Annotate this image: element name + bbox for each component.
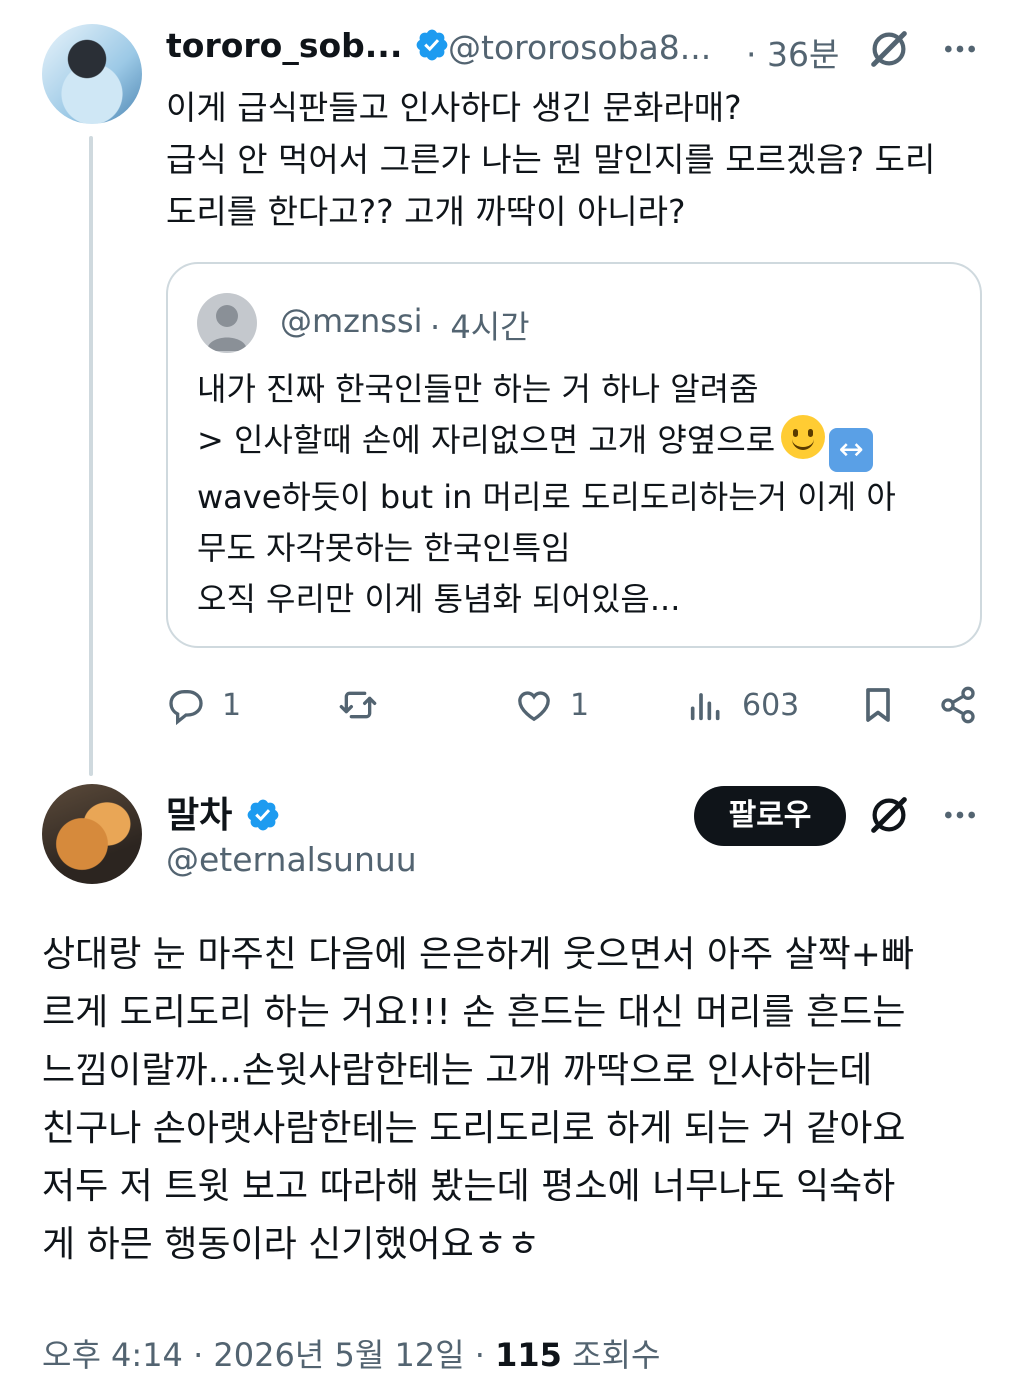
tweet-line: 게 하믄 행동이라 신기했어요ㅎㅎ [42, 1224, 541, 1265]
reply-count: 1 [222, 687, 242, 723]
reply-icon [169, 690, 203, 725]
follow-button[interactable]: 팔로우 [694, 786, 846, 846]
retweet-button[interactable] [338, 680, 378, 730]
tweet-text: 이게 급식판들고 인사하다 생긴 문화라매? 급식 안 먹어서 그른가 나는 뭔… [166, 88, 936, 231]
quoted-avatar[interactable] [197, 293, 257, 353]
like-count: 1 [570, 687, 590, 723]
quoted-text: 내가 진짜 한국인들만 하는 거 하나 알려줌 > 인사할때 손에 자리없으면 … [197, 364, 957, 625]
tweet-line: 친구나 손아랫사람한테는 도리도리로 하게 되는 거 같아요 [42, 1108, 906, 1149]
reply-button[interactable]: 1 [166, 680, 241, 730]
retweet-icon [339, 691, 377, 719]
display-name-text: 말차 [166, 795, 233, 836]
views-number: 115 [495, 1336, 562, 1374]
quoted-line-text: > 인사할때 손에 자리없으면 고개 양옆으로 [197, 421, 776, 459]
action-bar: 1 1 603 [166, 680, 982, 730]
verified-badge-icon [247, 799, 279, 831]
left-right-arrow-emoji-icon: ↔ [829, 428, 874, 472]
display-name-text: tororo_sob... [166, 26, 403, 65]
smile-emoji-icon [781, 415, 826, 459]
quoted-timestamp: · 4시간 [430, 308, 530, 346]
quoted-handle[interactable]: @mznssi [280, 302, 422, 340]
tweet-line: 상대랑 눈 마주친 다음에 은은하게 웃으면서 아주 살짝+빠 [42, 934, 915, 975]
quoted-line: 내가 진짜 한국인들만 하는 거 하나 알려줌 [197, 370, 759, 408]
quoted-line: wave하듯이 but in 머리로 도리도리하는거 이게 아 [197, 478, 896, 516]
bookmark-icon [866, 688, 890, 722]
like-button[interactable]: 1 [514, 680, 589, 730]
quoted-line: > 인사할때 손에 자리없으면 고개 양옆으로 ↔ [197, 415, 957, 472]
tweet-meta: 오후 4:14 · 2026년 5월 12일 · 115 조회수 [42, 1330, 660, 1376]
share-button[interactable] [938, 680, 978, 730]
views-icon [690, 693, 720, 721]
default-avatar-icon [207, 305, 247, 351]
post-timestamp[interactable]: 오후 4:14 · 2026년 5월 12일 · [42, 1336, 495, 1374]
avatar[interactable] [42, 24, 142, 124]
tweet-text: 상대랑 눈 마주친 다음에 은은하게 웃으면서 아주 살짝+빠 르게 도리도리 … [42, 926, 992, 1274]
tweet-line: 느낌이랄까...손윗사람한테는 고개 까딱으로 인사하는데 [42, 1050, 873, 1091]
grok-icon[interactable] [866, 26, 912, 72]
timestamp[interactable]: · 36분 [746, 28, 839, 76]
more-icon[interactable] [940, 26, 980, 72]
grok-icon[interactable] [866, 792, 912, 838]
handle[interactable]: @tororosoba8... [448, 28, 711, 67]
views-label: 조회수 [561, 1336, 661, 1374]
tweet-line: 저두 저 트윗 보고 따라해 봤는데 평소에 너무나도 익숙하 [42, 1166, 896, 1207]
views-button[interactable]: 603 [686, 680, 799, 730]
quoted-line: 무도 자각못하는 한국인특임 [197, 529, 571, 567]
share-icon [941, 686, 975, 724]
thread-line [89, 136, 93, 776]
bookmark-button[interactable] [858, 680, 898, 730]
views-count: 603 [742, 687, 800, 723]
like-icon [518, 691, 550, 722]
handle[interactable]: @eternalsunuu [166, 840, 417, 879]
display-name[interactable]: tororo_sob... [166, 26, 450, 65]
quoted-line: 오직 우리만 이게 통념화 되어있음... [197, 580, 681, 618]
verified-badge-icon [416, 29, 448, 61]
more-icon[interactable] [940, 792, 980, 838]
avatar[interactable] [42, 784, 142, 884]
display-name[interactable]: 말차 [166, 786, 281, 838]
tweet-line: 르게 도리도리 하는 거요!!! 손 흔드는 대신 머리를 흔드는 [42, 992, 906, 1033]
